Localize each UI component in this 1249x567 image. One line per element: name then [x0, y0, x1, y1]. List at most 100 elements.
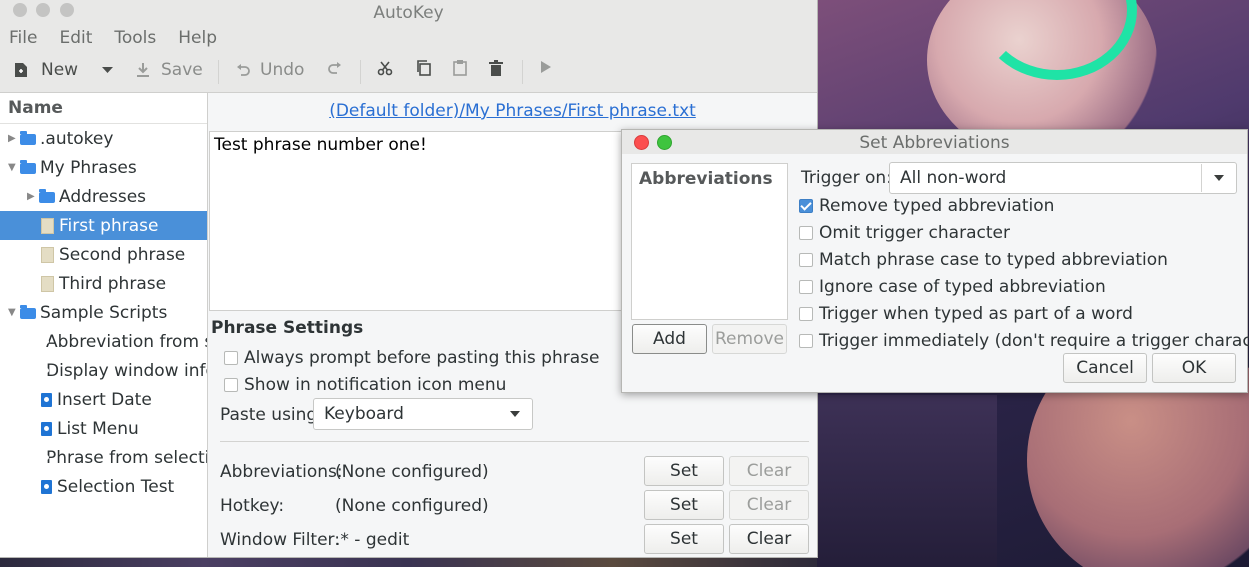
tree-item-addresses[interactable]: ▶ Addresses: [0, 182, 207, 211]
window-filter-clear-button[interactable]: Clear: [729, 524, 809, 554]
expander-collapsed-icon[interactable]: ▶: [27, 191, 39, 202]
toolbar: New Save Undo: [0, 52, 817, 93]
script-file-icon: [41, 392, 52, 407]
phrase-path-link[interactable]: (Default folder)/My Phrases/First phrase…: [208, 101, 817, 121]
menu-tools[interactable]: Tools: [114, 28, 156, 48]
chevron-down-icon: [1214, 175, 1224, 181]
paste-using-label: Paste using: [220, 405, 318, 425]
trigger-immediately-checkbox[interactable]: Trigger immediately (don't require a tri…: [799, 331, 1249, 351]
undo-icon: [237, 64, 250, 76]
abbreviations-clear-button[interactable]: Clear: [729, 456, 809, 486]
window-titlebar[interactable]: AutoKey: [0, 0, 817, 24]
redo-button[interactable]: [327, 60, 343, 76]
tree-item-script[interactable]: Phrase from selectio: [0, 443, 207, 472]
run-button[interactable]: [540, 60, 552, 74]
folder-icon: [20, 131, 36, 145]
paste-button[interactable]: [452, 60, 468, 76]
match-phrase-case-checkbox[interactable]: Match phrase case to typed abbreviation: [799, 250, 1168, 270]
undo-button[interactable]: Undo: [235, 60, 304, 80]
phrase-content: Test phrase number one!: [214, 135, 427, 155]
checkbox-box[interactable]: [799, 253, 813, 267]
abbreviations-list[interactable]: Abbreviations: [631, 163, 788, 320]
redo-icon: [328, 62, 341, 74]
checkbox-checked[interactable]: [799, 199, 813, 213]
ignore-case-checkbox[interactable]: Ignore case of typed abbreviation: [799, 277, 1106, 297]
phrase-settings-title: Phrase Settings: [211, 318, 364, 338]
menu-file[interactable]: File: [9, 28, 37, 48]
chevron-down-icon: [102, 67, 113, 73]
window-filter-set-button[interactable]: Set: [644, 524, 724, 554]
cut-button[interactable]: [377, 60, 393, 76]
hotkey-value: (None configured): [335, 496, 489, 516]
add-abbreviation-button[interactable]: Add: [632, 324, 707, 354]
phrase-file-icon: [41, 217, 54, 234]
trigger-on-label: Trigger on:: [801, 168, 892, 188]
abbreviations-value: (None configured): [335, 462, 489, 482]
expander-expanded-icon[interactable]: ▼: [8, 162, 20, 173]
tree-item-script[interactable]: Insert Date: [0, 385, 207, 414]
copy-icon: [417, 60, 431, 76]
show-in-tray-checkbox[interactable]: Show in notification icon menu: [224, 375, 506, 395]
window-filter-value: .* - gedit: [335, 530, 410, 550]
remove-abbreviation-button[interactable]: Remove: [712, 324, 787, 354]
abbreviations-list-header: Abbreviations: [639, 169, 773, 189]
trash-icon: [489, 60, 503, 76]
tree-item-script[interactable]: Selection Test: [0, 472, 207, 501]
tree-item-script[interactable]: List Menu: [0, 414, 207, 443]
tree-item-script[interactable]: Display window info: [0, 356, 207, 385]
menu-help[interactable]: Help: [178, 28, 217, 48]
save-download-icon: [137, 63, 149, 77]
save-button[interactable]: Save: [135, 60, 203, 80]
separator: [220, 441, 809, 442]
phrase-file-icon: [41, 246, 54, 263]
delete-button[interactable]: [488, 60, 504, 76]
dialog-title: Set Abbreviations: [859, 133, 1010, 153]
scissors-icon: [377, 61, 393, 76]
dialog-titlebar[interactable]: Set Abbreviations: [622, 130, 1247, 154]
ok-button[interactable]: OK: [1152, 353, 1236, 383]
window-title: AutoKey: [373, 3, 444, 23]
hotkey-set-button[interactable]: Set: [644, 490, 724, 520]
checkbox-box[interactable]: [224, 351, 238, 365]
window-filter-label: Window Filter:: [220, 530, 340, 550]
taskbar-strip: [0, 557, 817, 567]
tree-item-sample-scripts[interactable]: ▼ Sample Scripts: [0, 298, 207, 327]
script-file-icon: [41, 421, 52, 436]
new-dropdown-button[interactable]: [102, 67, 113, 74]
checkbox-box[interactable]: [799, 307, 813, 321]
checkbox-box[interactable]: [799, 226, 813, 240]
abbreviations-set-button[interactable]: Set: [644, 456, 724, 486]
tree-column-header[interactable]: Name: [0, 93, 207, 124]
hotkey-clear-button[interactable]: Clear: [729, 490, 809, 520]
folder-icon: [20, 305, 36, 319]
phrase-file-icon: [41, 275, 54, 292]
play-icon: [541, 61, 551, 73]
omit-trigger-character-checkbox[interactable]: Omit trigger character: [799, 223, 1010, 243]
set-abbreviations-dialog: Set Abbreviations Abbreviations Add Remo…: [621, 129, 1249, 393]
menu-edit[interactable]: Edit: [59, 28, 92, 48]
folder-icon: [39, 189, 55, 203]
paste-using-select[interactable]: Keyboard: [313, 398, 533, 430]
tree-item-second-phrase[interactable]: Second phrase: [0, 240, 207, 269]
tree-item-my-phrases[interactable]: ▼ My Phrases: [0, 153, 207, 182]
expander-expanded-icon[interactable]: ▼: [8, 307, 20, 318]
checkbox-box[interactable]: [799, 280, 813, 294]
menubar: File Edit Tools Help: [0, 24, 817, 52]
hotkey-label: Hotkey:: [220, 496, 285, 516]
checkbox-box[interactable]: [799, 334, 813, 348]
always-prompt-checkbox[interactable]: Always prompt before pasting this phrase: [224, 348, 599, 368]
tree-item-third-phrase[interactable]: Third phrase: [0, 269, 207, 298]
copy-button[interactable]: [416, 60, 432, 76]
new-button[interactable]: New: [14, 60, 78, 80]
tree-item-script[interactable]: Abbreviation from s: [0, 327, 207, 356]
remove-typed-abbreviation-checkbox[interactable]: Remove typed abbreviation: [799, 196, 1054, 216]
checkbox-box[interactable]: [224, 378, 238, 392]
tree-item-autokey[interactable]: ▶ .autokey: [0, 124, 207, 153]
tree-item-first-phrase[interactable]: First phrase: [0, 211, 207, 240]
expander-collapsed-icon[interactable]: ▶: [8, 133, 20, 144]
cancel-button[interactable]: Cancel: [1063, 353, 1147, 383]
trigger-on-select[interactable]: All non-word: [889, 162, 1237, 194]
new-document-icon: [15, 63, 27, 77]
trigger-inside-word-checkbox[interactable]: Trigger when typed as part of a word: [799, 304, 1133, 324]
abbreviations-label: Abbreviations:: [220, 462, 343, 482]
